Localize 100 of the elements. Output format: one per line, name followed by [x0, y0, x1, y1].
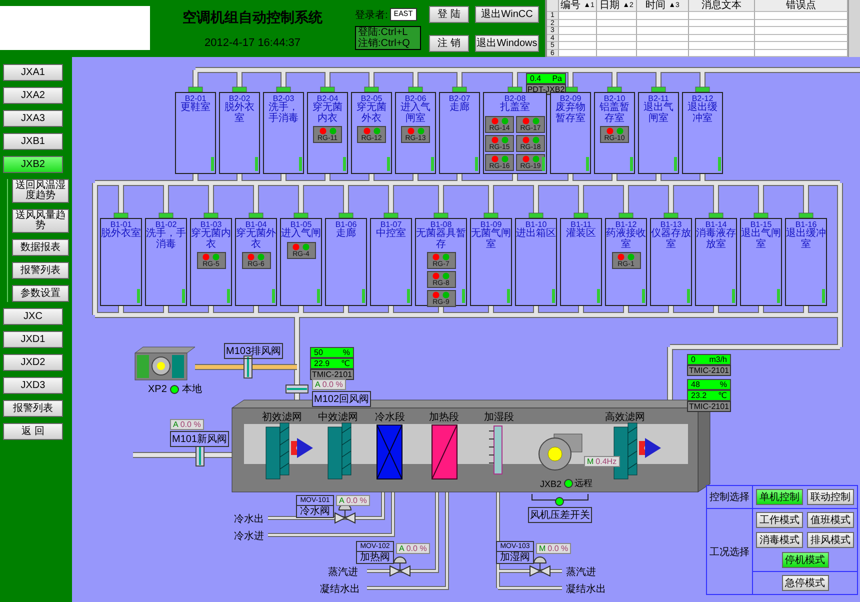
room-code: B2-12	[692, 94, 714, 103]
room-card[interactable]: B2-09 废弃物暂存室	[550, 92, 591, 174]
room-card[interactable]: B1-15 退出气闸室	[740, 218, 782, 306]
door-icon	[317, 289, 320, 303]
mode-button[interactable]: 工作模式	[756, 512, 803, 528]
mode-button[interactable]: 消毒模式	[756, 532, 803, 548]
mode-button[interactable]: 停机模式	[782, 552, 828, 568]
room-code: B1-12	[615, 220, 637, 229]
nav-sub-button[interactable]: 报警列表	[12, 262, 69, 279]
door-icon	[630, 157, 633, 171]
room-card[interactable]: B1-07 中控室	[370, 218, 412, 306]
damper-label: M103排风阀	[224, 343, 284, 359]
valve-name: 加湿阀	[500, 552, 530, 563]
room-code: B1-02	[155, 220, 177, 229]
nav-button[interactable]: JXD3	[3, 377, 63, 394]
room-code: B1-01	[110, 220, 132, 229]
user-field[interactable]: EAST	[390, 8, 417, 21]
room-code: B1-06	[335, 220, 357, 229]
cooling-coil-icon	[376, 424, 402, 480]
nav-sub-button[interactable]: 数据报表	[12, 239, 69, 256]
status-lights-icon	[490, 154, 510, 162]
mode-button[interactable]: 排风模式	[807, 532, 854, 548]
room-card[interactable]: B1-06 走廊	[325, 218, 367, 306]
control-button[interactable]: 单机控制	[756, 489, 803, 505]
section-label: 初效滤网	[262, 410, 302, 424]
room-code: B2-05	[360, 94, 382, 103]
fan-status: 本地	[182, 382, 202, 396]
status-lights-icon	[431, 272, 451, 280]
pipe-label: 冷水出	[234, 512, 264, 526]
room-card[interactable]: B1-14 消毒液存放室	[695, 218, 737, 306]
damper-label: M101新风阀	[170, 431, 230, 447]
room-card[interactable]: B2-03 洗手，手消毒	[263, 92, 304, 174]
header-button[interactable]: 注 销	[429, 34, 469, 52]
mode-button[interactable]: 值班模式	[807, 512, 854, 528]
header-button[interactable]: 退出WinCC	[475, 6, 539, 22]
room-card[interactable]: B2-07 走廊	[439, 92, 480, 174]
room-card[interactable]: B2-11 退出气闸室	[638, 92, 679, 174]
door-icon	[687, 289, 690, 303]
door-icon	[552, 289, 555, 303]
group-label: 控制选择	[707, 486, 753, 509]
nav-button[interactable]: JXB2	[3, 156, 63, 173]
nav-button[interactable]: JXD1	[3, 331, 63, 348]
datetime-text: 2012-4-17 16:44:37	[204, 36, 301, 48]
sensor-tag: TMIC-2101	[687, 365, 731, 376]
section-label: 中效滤网	[318, 410, 358, 424]
door-icon	[362, 289, 365, 303]
room-code: B2-03	[272, 94, 294, 103]
room-card[interactable]: B1-10 进出箱区	[515, 218, 557, 306]
door-icon	[272, 289, 275, 303]
nav-button[interactable]: JXB1	[3, 133, 63, 150]
room-code: B1-07	[380, 220, 402, 229]
fan-tag: XP2	[148, 384, 167, 394]
pipe-label: 冷水进	[234, 530, 264, 543]
reading-value: 50	[314, 348, 323, 357]
room-card[interactable]: B1-11 灌装区	[560, 218, 602, 306]
reading-value: 0.4Hz	[596, 457, 617, 466]
valve-name: 加热阀	[360, 552, 390, 563]
nav-button[interactable]: JXC	[3, 308, 63, 325]
nav-button[interactable]: JXA1	[3, 64, 63, 81]
fan-status: 远程	[574, 477, 593, 490]
room-name: 扎盖室	[500, 103, 530, 114]
column-header[interactable]: 错误点	[755, 0, 848, 12]
room-card[interactable]: B2-01 更鞋室	[175, 92, 216, 174]
header-button[interactable]: 退出Windows	[475, 34, 539, 52]
nav-sub-button[interactable]: 参数设置	[12, 285, 69, 302]
mode-indicator: M	[539, 544, 546, 553]
switch-label: 风机压差开关	[528, 507, 592, 523]
exhaust-fan-icon	[134, 346, 196, 380]
mode-button[interactable]: 急停模式	[782, 575, 828, 591]
door-icon	[586, 157, 589, 171]
room-card[interactable]: B2-02 脱外衣室	[219, 92, 260, 174]
nav-button[interactable]: 返 回	[3, 423, 63, 440]
room-card[interactable]: B1-02 洗手，手消毒	[145, 218, 187, 306]
section-label: 加热段	[429, 410, 459, 424]
room-card[interactable]: B1-09 无菌气闸室	[470, 218, 512, 306]
column-label: 编号	[560, 0, 581, 11]
nav-button[interactable]: JXA2	[3, 87, 63, 104]
reading-unit: ℃	[718, 391, 727, 400]
reading-value: 0.0 %	[548, 544, 568, 553]
section-label: 高效滤网	[605, 410, 645, 424]
header-button[interactable]: 登 陆	[429, 6, 469, 22]
nav-sub-button[interactable]: 送回风温湿度趋势	[12, 179, 69, 203]
room-card[interactable]: B1-16 退出缓冲室	[785, 218, 827, 306]
door-icon	[718, 157, 721, 171]
section-label: 冷水段	[375, 410, 405, 424]
nav-sub-button[interactable]: 送风风量趋势	[12, 209, 69, 233]
filter-icon	[266, 422, 290, 480]
nav-button[interactable]: 报警列表	[3, 400, 63, 417]
room-card[interactable]: B2-12 退出缓冲室	[682, 92, 723, 174]
control-button[interactable]: 联动控制	[807, 489, 854, 505]
nav-button[interactable]: JXA3	[3, 110, 63, 127]
heating-coil-icon	[432, 424, 458, 480]
scrollbar[interactable]	[848, 0, 860, 57]
room-card[interactable]: B1-13 仪器存放室	[650, 218, 692, 306]
status-lights-icon	[246, 253, 266, 261]
room-code: B2-06	[404, 94, 426, 103]
room-name: 走廊	[450, 103, 470, 114]
room-card[interactable]: B1-01 脱外衣室	[100, 218, 142, 306]
door-icon	[597, 289, 600, 303]
nav-button[interactable]: JXD2	[3, 354, 63, 371]
